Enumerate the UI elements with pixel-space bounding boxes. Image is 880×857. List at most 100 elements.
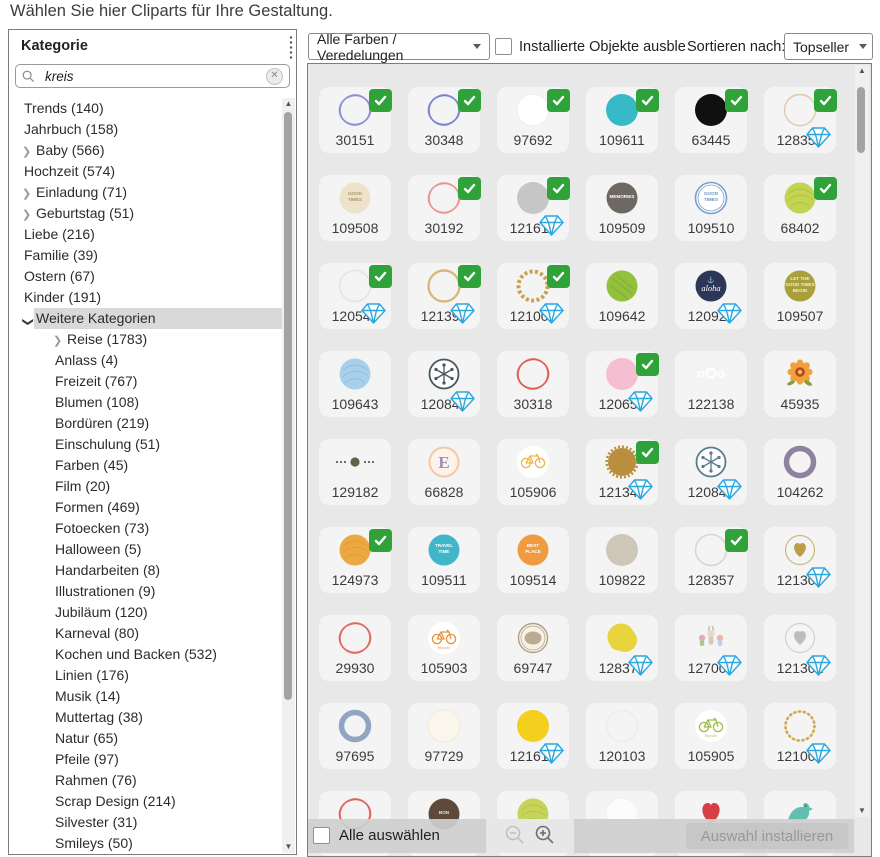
clipart-tile-104262[interactable]: 104262 <box>764 439 836 505</box>
sidebar-item-linien[interactable]: Linien (176) <box>10 665 282 686</box>
zoom-out-icon[interactable] <box>504 824 526 846</box>
clipart-tile-109509[interactable]: MEMORIES109509 <box>586 175 658 241</box>
sidebar-item-silvester[interactable]: Silvester (31) <box>10 812 282 833</box>
clipart-tile-63445[interactable]: 63445 <box>675 87 747 153</box>
sidebar-item-halloween[interactable]: Halloween (5) <box>10 539 282 560</box>
install-selection-button[interactable]: Auswahl installieren <box>686 823 848 849</box>
sidebar-item-pfeile[interactable]: Pfeile (97) <box>10 749 282 770</box>
clipart-tile-109511[interactable]: TRAVELTIME109511 <box>408 527 480 593</box>
sort-dropdown[interactable]: Topseller <box>784 33 873 60</box>
chevron-right-icon[interactable]: ❯ <box>22 184 34 205</box>
sidebar-item-familie[interactable]: Familie (39) <box>10 245 282 266</box>
sidebar-item-einschulung[interactable]: Einschulung (51) <box>10 434 282 455</box>
clear-search-icon[interactable]: ✕ <box>266 68 283 85</box>
clipart-tile-68402[interactable]: 68402 <box>764 175 836 241</box>
clipart-tile-66828[interactable]: E66828 <box>408 439 480 505</box>
clipart-tile-120545[interactable]: 120545 <box>319 263 391 329</box>
clipart-tile-97695[interactable]: 97695 <box>319 703 391 769</box>
clipart-tile-121003[interactable]: 121003 <box>764 703 836 769</box>
clipart-tile-30318[interactable]: 30318 <box>497 351 569 417</box>
sidebar-item-ostern[interactable]: Ostern (67) <box>10 266 282 287</box>
clipart-tile-128374[interactable]: 128374 <box>586 615 658 681</box>
sidebar-item-trends[interactable]: Trends (140) <box>10 98 282 119</box>
zoom-in-icon[interactable] <box>534 824 556 846</box>
clipart-tile-121300[interactable]: 121300 <box>764 527 836 593</box>
clipart-tile-127005[interactable]: 127005 <box>675 615 747 681</box>
clipart-tile-97729[interactable]: 97729 <box>408 703 480 769</box>
sidebar-item-smileys[interactable]: Smileys (50) <box>10 833 282 852</box>
scroll-up-icon[interactable]: ▲ <box>855 65 869 77</box>
clipart-tile-129182[interactable]: 129182 <box>319 439 391 505</box>
sidebar-item-baby[interactable]: ❯Baby (566) <box>10 140 282 161</box>
clipart-tile-109643[interactable]: 109643 <box>319 351 391 417</box>
scroll-up-icon[interactable]: ▲ <box>282 98 295 110</box>
clipart-tile-45935[interactable]: 45935 <box>764 351 836 417</box>
clipart-tile-109611[interactable]: 109611 <box>586 87 658 153</box>
sidebar-item-formen[interactable]: Formen (469) <box>10 497 282 518</box>
sidebar-item-muttertag[interactable]: Muttertag (38) <box>10 707 282 728</box>
sidebar-item-reise[interactable]: ❯Reise (1783) <box>10 329 282 350</box>
sidebar-item-kinder[interactable]: Kinder (191) <box>10 287 282 308</box>
clipart-tile-105903[interactable]: bicycle105903 <box>408 615 480 681</box>
clipart-tile-105906[interactable]: 105906 <box>497 439 569 505</box>
sidebar-item-bord-ren[interactable]: Bordüren (219) <box>10 413 282 434</box>
grid-scrollbar-thumb[interactable] <box>857 87 865 153</box>
color-filter-dropdown[interactable]: Alle Farben / Veredelungen <box>308 33 490 60</box>
sidebar-item-film[interactable]: Film (20) <box>10 476 282 497</box>
hide-installed-checkbox[interactable] <box>495 38 512 55</box>
grid-scrollbar[interactable]: ▲ ▼ <box>855 65 869 817</box>
clipart-tile-120657[interactable]: 120657 <box>586 351 658 417</box>
clipart-tile-120846[interactable]: 120846 <box>408 351 480 417</box>
chevron-right-icon[interactable]: ❯ <box>22 205 34 226</box>
sidebar-scrollbar-thumb[interactable] <box>284 112 292 700</box>
sidebar-item-liebe[interactable]: Liebe (216) <box>10 224 282 245</box>
sidebar-item-fotoecken[interactable]: Fotoecken (73) <box>10 518 282 539</box>
sidebar-item-karneval[interactable]: Karneval (80) <box>10 623 282 644</box>
chevron-down-icon[interactable]: ❮ <box>18 315 39 327</box>
sidebar-item-jubil-um[interactable]: Jubiläum (120) <box>10 602 282 623</box>
panel-drag-handle-icon[interactable] <box>289 35 293 61</box>
clipart-tile-109510[interactable]: GOODTIMES109510 <box>675 175 747 241</box>
sidebar-item-musik[interactable]: Musik (14) <box>10 686 282 707</box>
sidebar-item-kochen-und-backen[interactable]: Kochen und Backen (532) <box>10 644 282 665</box>
clipart-tile-109507[interactable]: LET THEGOOD TIMESBEGIN109507 <box>764 263 836 329</box>
sidebar-item-weitere-kategorien[interactable]: ❮Weitere Kategorien <box>10 308 282 329</box>
clipart-tile-105905[interactable]: bicycle105905 <box>675 703 747 769</box>
sidebar-item-scrap-design[interactable]: Scrap Design (214) <box>10 791 282 812</box>
clipart-tile-121616[interactable]: 121616 <box>497 175 569 241</box>
sidebar-item-anlass[interactable]: Anlass (4) <box>10 350 282 371</box>
clipart-tile-120103[interactable]: 120103 <box>586 703 658 769</box>
clipart-tile-97692[interactable]: 97692 <box>497 87 569 153</box>
scroll-down-icon[interactable]: ▼ <box>282 841 295 853</box>
sidebar-scrollbar[interactable]: ▲ ▼ <box>282 98 295 853</box>
clipart-tile-121301[interactable]: 121301 <box>764 615 836 681</box>
clipart-tile-30192[interactable]: 30192 <box>408 175 480 241</box>
chevron-right-icon[interactable]: ❯ <box>53 331 65 352</box>
clipart-tile-109508[interactable]: GOODTIMES109508 <box>319 175 391 241</box>
select-all-checkbox[interactable] <box>313 827 330 844</box>
clipart-tile-121345[interactable]: 121345 <box>586 439 658 505</box>
sidebar-item-einladung[interactable]: ❯Einladung (71) <box>10 182 282 203</box>
clipart-tile-29930[interactable]: 29930 <box>319 615 391 681</box>
sidebar-item-jahrbuch[interactable]: Jahrbuch (158) <box>10 119 282 140</box>
clipart-tile-122138[interactable]: 122138 <box>675 351 747 417</box>
sidebar-item-blumen[interactable]: Blumen (108) <box>10 392 282 413</box>
clipart-tile-30151[interactable]: 30151 <box>319 87 391 153</box>
clipart-tile-128358[interactable]: 128358 <box>764 87 836 153</box>
sidebar-item-handarbeiten[interactable]: Handarbeiten (8) <box>10 560 282 581</box>
clipart-tile-109642[interactable]: 109642 <box>586 263 658 329</box>
sidebar-item-freizeit[interactable]: Freizeit (767) <box>10 371 282 392</box>
sidebar-item-farben[interactable]: Farben (45) <box>10 455 282 476</box>
clipart-tile-121395[interactable]: 121395 <box>408 263 480 329</box>
sidebar-item-natur[interactable]: Natur (65) <box>10 728 282 749</box>
clipart-tile-121615[interactable]: 121615 <box>497 703 569 769</box>
sidebar-item-rahmen[interactable]: Rahmen (76) <box>10 770 282 791</box>
clipart-tile-128357[interactable]: 128357 <box>675 527 747 593</box>
clipart-tile-121000[interactable]: 121000 <box>497 263 569 329</box>
scroll-down-icon[interactable]: ▼ <box>855 805 869 817</box>
search-input[interactable] <box>43 68 266 85</box>
clipart-tile-109822[interactable]: 109822 <box>586 527 658 593</box>
clipart-tile-120847[interactable]: 120847 <box>675 439 747 505</box>
clipart-tile-30348[interactable]: 30348 <box>408 87 480 153</box>
clipart-tile-120928[interactable]: ⚓aloha120928 <box>675 263 747 329</box>
